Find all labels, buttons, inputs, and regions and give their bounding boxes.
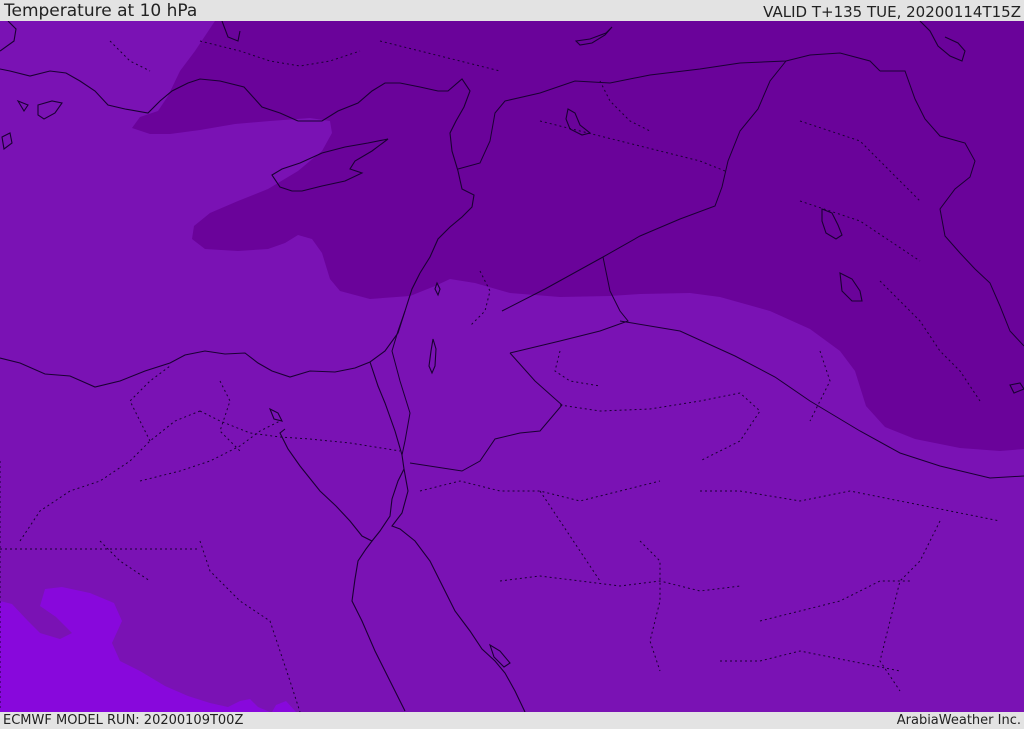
credit-text: ArabiaWeather Inc. xyxy=(896,713,1021,728)
weather-map xyxy=(0,21,1024,712)
model-run: ECMWF MODEL RUN: 20200109T00Z xyxy=(3,713,244,728)
header-bar: Temperature at 10 hPa VALID T+135 TUE, 2… xyxy=(0,0,1024,21)
map-title: Temperature at 10 hPa xyxy=(4,1,198,21)
valid-time: VALID T+135 TUE, 20200114T15Z xyxy=(763,3,1021,21)
footer-bar: ECMWF MODEL RUN: 20200109T00Z ArabiaWeat… xyxy=(0,712,1024,729)
map-canvas xyxy=(0,21,1024,712)
